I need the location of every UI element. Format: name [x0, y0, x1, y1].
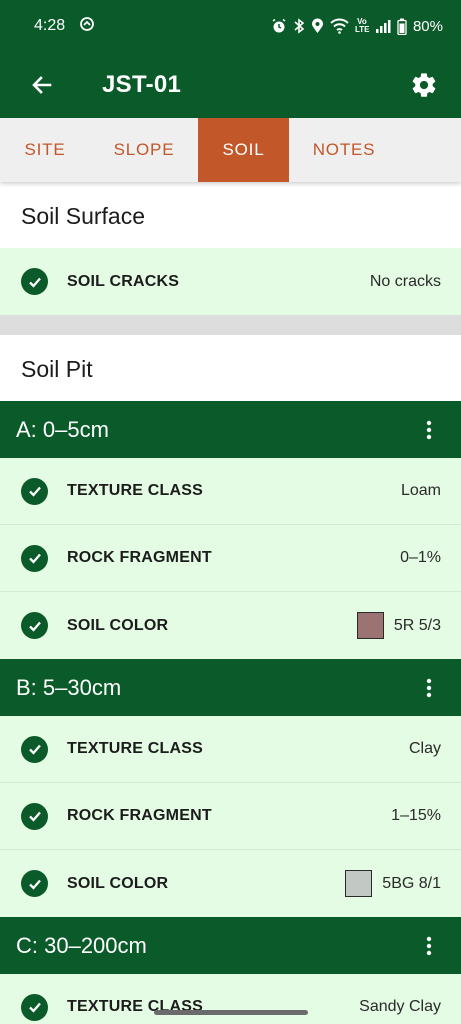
list-item-soil-color[interactable]: SOIL COLOR 5R 5/3 — [0, 592, 461, 659]
list-item-rock-fragment[interactable]: ROCK FRAGMENT 0–1% — [0, 525, 461, 592]
page-title: JST-01 — [102, 71, 182, 98]
row-label: SOIL COLOR — [67, 874, 169, 892]
tab-soil[interactable]: SOIL — [198, 118, 289, 182]
status-left: 4:28 — [34, 16, 95, 37]
more-vert-icon[interactable] — [419, 932, 439, 960]
row-value: Sandy Clay — [359, 998, 441, 1015]
sync-icon — [79, 16, 95, 37]
row-label: ROCK FRAGMENT — [67, 807, 212, 824]
location-icon — [311, 18, 324, 34]
list-item-soil-color[interactable]: SOIL COLOR 5BG 8/1 — [0, 850, 461, 917]
battery-icon — [397, 18, 407, 35]
row-value: Clay — [408, 740, 441, 757]
list-item-texture-class[interactable]: TEXTURE CLASS Sandy Clay — [0, 974, 461, 1024]
status-bar: 4:28 Vo LTE 80% — [0, 0, 461, 52]
tab-slope[interactable]: SLOPE — [90, 118, 198, 182]
battery-percent: 80% — [412, 17, 443, 35]
color-swatch — [345, 870, 373, 897]
row-label: TEXTURE CLASS — [67, 482, 203, 499]
list-item-soil-cracks[interactable]: SOIL CRACKS No cracks — [0, 248, 461, 315]
wifi-icon — [330, 18, 349, 34]
horizon-header-b: B: 5–30cm — [0, 659, 461, 716]
status-right: Vo LTE 80% — [271, 18, 443, 35]
list-item-texture-class[interactable]: TEXTURE CLASS Clay — [0, 716, 461, 783]
horizon-header-c: C: 30–200cm — [0, 917, 461, 974]
check-circle-icon — [21, 612, 48, 639]
row-value: 0–1% — [400, 549, 441, 566]
row-value: 5R 5/3 — [393, 616, 441, 634]
app-bar: JST-01 — [0, 52, 461, 118]
tab-bar: SITE SLOPE SOIL NOTES — [0, 118, 461, 182]
more-vert-icon[interactable] — [419, 674, 439, 702]
row-label: SOIL CRACKS — [67, 272, 180, 290]
signal-icon — [375, 19, 391, 33]
back-button[interactable] — [28, 71, 56, 99]
color-swatch — [356, 612, 384, 639]
horizon-header-a: A: 0–5cm — [0, 401, 461, 458]
bluetooth-icon — [293, 18, 305, 34]
check-circle-icon — [21, 268, 48, 295]
row-value: 1–15% — [391, 807, 441, 824]
row-label: TEXTURE CLASS — [67, 740, 203, 757]
tab-site[interactable]: SITE — [0, 118, 90, 182]
alarm-icon — [271, 18, 287, 34]
section-divider — [0, 315, 461, 335]
check-circle-icon — [21, 993, 48, 1021]
gesture-navigation-bar[interactable] — [154, 1010, 308, 1015]
list-item-rock-fragment[interactable]: ROCK FRAGMENT 1–15% — [0, 783, 461, 850]
horizon-title: B: 5–30cm — [16, 674, 122, 700]
row-value: 5BG 8/1 — [382, 874, 441, 892]
tab-notes[interactable]: NOTES — [289, 118, 399, 182]
check-circle-icon — [21, 802, 48, 830]
row-label: SOIL COLOR — [67, 616, 169, 634]
section-title-soil-surface: Soil Surface — [0, 182, 461, 248]
list-item-texture-class[interactable]: TEXTURE CLASS Loam — [0, 458, 461, 525]
check-circle-icon — [21, 870, 48, 897]
section-title-soil-pit: Soil Pit — [0, 335, 461, 401]
check-circle-icon — [21, 544, 48, 572]
check-circle-icon — [21, 735, 48, 763]
more-vert-icon[interactable] — [419, 416, 439, 444]
arrow-back-icon — [32, 76, 52, 94]
volte-icon: Vo LTE — [354, 17, 370, 34]
gear-icon — [412, 73, 436, 97]
row-value: No cracks — [369, 272, 441, 290]
horizon-title: C: 30–200cm — [16, 932, 147, 958]
check-circle-icon — [21, 477, 48, 505]
status-time: 4:28 — [34, 17, 66, 34]
row-label: ROCK FRAGMENT — [67, 549, 212, 566]
row-value: Loam — [400, 482, 441, 499]
horizon-title: A: 0–5cm — [16, 416, 109, 442]
settings-button[interactable] — [409, 70, 439, 100]
